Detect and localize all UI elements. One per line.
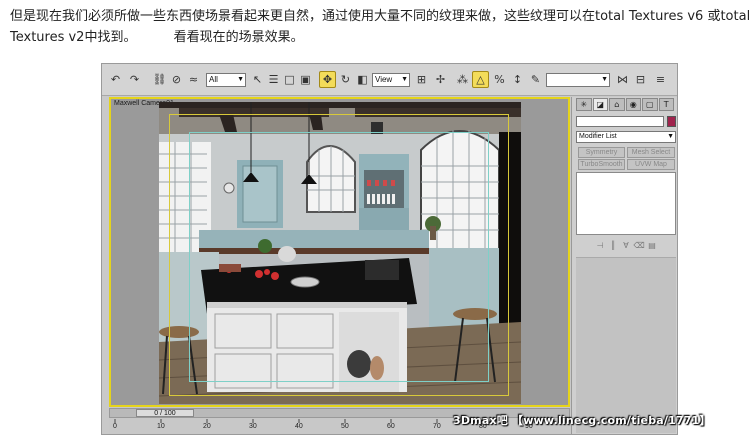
ruler-label: 60 [387,423,395,430]
move-icon[interactable]: ✥ [319,71,336,88]
ruler-label: 50 [341,423,349,430]
max-screenshot: ↶ ↷ ⛓ ⊘ ≈ All ▼ ↖ ☰ □ ▣ ✥ ↻ ◧ View ▼ ⊞ ✢ ⁂… [101,63,678,435]
select-object-icon[interactable]: ↖ [249,71,266,88]
link-icon[interactable]: ⛓ [151,71,168,88]
command-panel-tabs: ✳ ◪ ⌂ ◉ ▢ T [576,98,674,112]
chevron-down-icon: ▼ [401,76,408,83]
utilities-tab-icon[interactable]: T [658,98,674,111]
create-tab-icon[interactable]: ✳ [576,98,592,111]
object-color-swatch[interactable] [667,116,676,127]
window-crossing-icon[interactable]: ▣ [297,71,314,88]
article-line-1: 但是现在我们必须所做一些东西使场景看起来更自然，通过使用大量不同的纹理来做，这些… [10,9,750,24]
snap-icon[interactable]: ⁂ [454,71,471,88]
unlink-icon[interactable]: ⊘ [168,71,185,88]
ruler-label: 70 [433,423,441,430]
rect-region-icon[interactable]: □ [281,71,298,88]
ruler-label: 10 [157,423,165,430]
configure-modifier-sets-icon[interactable]: ▤ [647,241,658,251]
modifier-stack[interactable] [576,172,676,235]
pivot-icon[interactable]: ⊞ [413,71,430,88]
ruler-label: 20 [203,423,211,430]
ruler-label: 30 [249,423,257,430]
parameters-rollout [576,257,676,433]
article-line-2b: 看看现在的场景效果。 [173,30,304,45]
named-selection-select[interactable]: ▼ [546,73,610,87]
reference-coord-select[interactable]: View ▼ [372,73,410,87]
modifier-list-select[interactable]: Modifier List ▼ [576,131,676,143]
safe-frame-inner [189,132,489,382]
remove-modifier-icon[interactable]: ⌫ [634,241,645,251]
align-icon[interactable]: ⊟ [632,71,649,88]
pin-stack-icon[interactable]: ⊣ [595,241,606,251]
article-line-2a: Textures v2中找到。 [10,30,137,45]
display-tab-icon[interactable]: ▢ [642,98,658,111]
spinner-snap-icon[interactable]: ↕ [509,71,526,88]
article-text: 但是现在我们必须所做一些东西使场景看起来更自然，通过使用大量不同的纹理来做，这些… [10,6,750,48]
show-end-result-icon[interactable]: ║ [608,241,619,251]
uvw-map-button[interactable]: UVW Map [627,159,675,170]
hierarchy-tab-icon[interactable]: ⌂ [609,98,625,111]
modify-tab-icon[interactable]: ◪ [592,98,608,111]
layer-icon[interactable]: ≡ [652,71,669,88]
undo-icon[interactable]: ↶ [107,71,124,88]
stack-tools: ⊣ ║ ∀ ⌫ ▤ [576,240,676,252]
article-gap [136,30,173,45]
make-unique-icon[interactable]: ∀ [621,241,632,251]
percent-snap-icon[interactable]: % [491,71,508,88]
ruler-label: 0 [113,423,117,430]
main-toolbar: ↶ ↷ ⛓ ⊘ ≈ All ▼ ↖ ☰ □ ▣ ✥ ↻ ◧ View ▼ ⊞ ✢ ⁂… [102,64,677,96]
select-by-name-icon[interactable]: ☰ [265,71,282,88]
mirror-icon[interactable]: ⋈ [614,71,631,88]
angle-snap-icon[interactable]: △ [472,71,489,88]
watermark-text: 3Dmax吧 【www.linecg.com/tieba/1771】 [453,414,711,427]
edit-named-selection-icon[interactable]: ✎ [527,71,544,88]
selection-filter-select[interactable]: All ▼ [206,73,246,87]
redo-icon[interactable]: ↷ [126,71,143,88]
turbosmooth-button[interactable]: TurboSmooth [578,159,625,170]
motion-tab-icon[interactable]: ◉ [625,98,641,111]
scale-icon[interactable]: ◧ [354,71,371,88]
mesh-select-button[interactable]: Mesh Select [627,147,675,158]
command-panel: ✳ ◪ ⌂ ◉ ▢ T Modifier List ▼ Symmetry Mesh… [571,97,677,434]
object-name-field[interactable] [576,116,664,127]
frame-counter[interactable]: 0 / 100 [136,409,194,417]
camera-viewport[interactable]: Maxwell Camera01 [109,97,570,407]
chevron-down-icon: ▼ [667,133,674,140]
manipulate-icon[interactable]: ✢ [432,71,449,88]
rotate-icon[interactable]: ↻ [337,71,354,88]
kitchen-render [159,102,521,404]
symmetry-button[interactable]: Symmetry [578,147,625,158]
bind-space-warp-icon[interactable]: ≈ [185,71,202,88]
article-line-2: Textures v2中找到。 看看现在的场景效果。 [10,27,745,48]
chevron-down-icon: ▼ [601,76,608,83]
chevron-down-icon: ▼ [237,76,244,83]
ruler-label: 40 [295,423,303,430]
